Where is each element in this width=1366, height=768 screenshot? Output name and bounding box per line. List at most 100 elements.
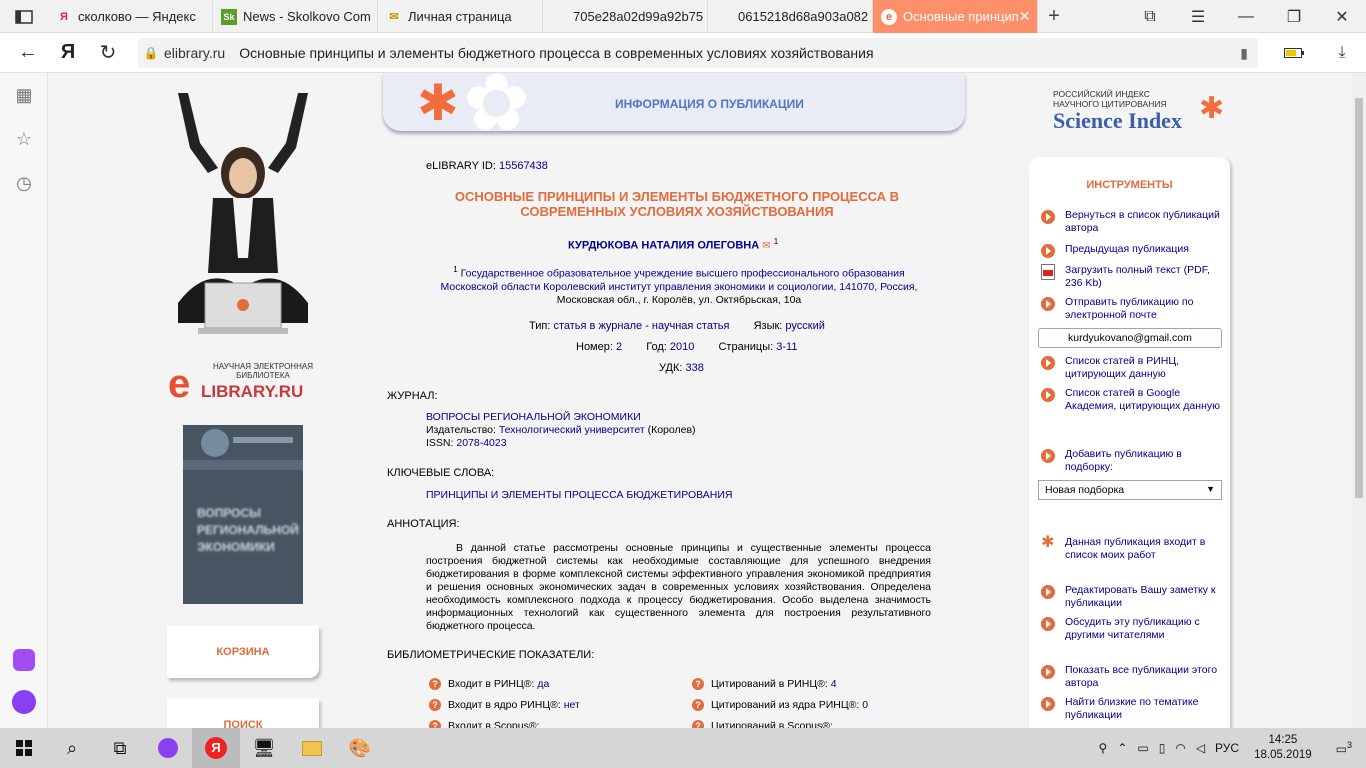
play-icon — [1041, 210, 1055, 224]
bookmark-icon[interactable]: ▮ — [1240, 45, 1248, 62]
play-icon — [1041, 297, 1055, 311]
notification-icon[interactable]: ▭3 — [1322, 740, 1366, 756]
publisher-link[interactable]: Технологический университет — [499, 424, 645, 436]
type-value: статья в журнале - научная статья — [553, 320, 730, 332]
tab-title: Личная страница — [408, 9, 512, 24]
yandex-browser-icon[interactable]: Я — [192, 728, 240, 768]
help-icon[interactable]: ? — [429, 720, 441, 728]
tools-panel: ИНСТРУМЕНТЫ Вернуться в список публикаци… — [1029, 157, 1230, 728]
paint-icon[interactable]: 🎨 — [336, 728, 384, 768]
elibrary-logo[interactable]: e НАУЧНАЯ ЭЛЕКТРОННАЯ БИБЛИОТЕКА LIBRARY… — [168, 360, 328, 405]
article-title-line1: ОСНОВНЫЕ ПРИНЦИПЫ И ЭЛЕМЕНТЫ БЮДЖЕТНОГО … — [454, 189, 900, 204]
grid-icon[interactable]: ▦ — [0, 73, 48, 117]
help-icon[interactable]: ? — [692, 699, 704, 712]
task-view-icon[interactable]: ⧉ — [96, 728, 144, 768]
author-sup: 1 — [773, 237, 779, 246]
play-icon — [1041, 244, 1055, 258]
battery-tray-icon[interactable]: ▯ — [1154, 741, 1171, 755]
folder-icon[interactable] — [288, 728, 336, 768]
year-value: 2010 — [669, 341, 695, 353]
udk-value[interactable]: 338 — [685, 362, 703, 374]
chevron-down-icon: ▼ — [1206, 484, 1215, 494]
science-index-logo[interactable]: РОССИЙСКИЙ ИНДЕКС НАУЧНОГО ЦИТИРОВАНИЯ S… — [1053, 89, 1233, 139]
help-icon[interactable]: ? — [692, 720, 704, 728]
tool-download-pdf[interactable]: Загрузить полный текст (PDF, 236 Kb) — [1041, 264, 1226, 290]
elibrary-logo-text: LIBRARY.RU — [201, 382, 304, 401]
page-title: ИНФОРМАЦИЯ О ПУБЛИКАЦИИ — [615, 97, 804, 111]
restore-icon[interactable]: ❐ — [1270, 0, 1318, 33]
journal-link[interactable]: ВОПРОСЫ РЕГИОНАЛЬНОЙ ЭКОНОМИКИ — [426, 411, 696, 424]
tool-edit-note[interactable]: Редактировать Вашу заметку к публикации — [1041, 584, 1226, 610]
biblio-scopus-cites: ? Цитирований в Scopus®: — [692, 716, 868, 728]
help-icon[interactable]: ? — [429, 678, 441, 691]
yandex-logo-icon[interactable]: Я — [48, 33, 88, 73]
tool-my-works[interactable]: ✱ Данная публикация входит в список моих … — [1041, 535, 1226, 562]
tool-rinc-citing[interactable]: Список статей в РИНЦ, цитирующих данную — [1041, 355, 1226, 381]
alice-taskbar-icon[interactable] — [144, 728, 192, 768]
tool-similar[interactable]: Найти близкие по тематике публикации — [1041, 696, 1226, 722]
tab-title: сколково — Яндекс — [78, 9, 196, 24]
email-input[interactable]: kurdyukovano@gmail.com — [1038, 328, 1222, 348]
computer-icon[interactable]: 🖥 — [240, 728, 288, 768]
clock[interactable]: 14:25 18.05.2019 — [1244, 733, 1322, 763]
clock-time: 14:25 — [1268, 734, 1298, 746]
search-icon[interactable]: ⌕ — [48, 728, 96, 768]
tab-file-2[interactable]: 0615218d68a903a082 — [708, 0, 873, 33]
monitor-icon[interactable]: ▭ — [1132, 741, 1153, 755]
blank-favicon-icon — [716, 9, 732, 25]
wifi-icon[interactable]: ◠ — [1170, 741, 1190, 755]
language-indicator[interactable]: РУС — [1210, 741, 1244, 755]
back-icon[interactable]: ← — [8, 33, 48, 73]
people-icon[interactable]: ⚲ — [1094, 741, 1113, 755]
close-tab-icon[interactable]: ✕ — [1019, 8, 1031, 25]
volume-icon[interactable]: ◁ — [1191, 741, 1210, 755]
menu-icon[interactable]: ☰ — [1174, 0, 1222, 33]
tool-add-to-collection[interactable]: Добавить публикацию в подборку: — [1041, 448, 1226, 474]
bookmarks-icon[interactable]: ⧉ — [1126, 0, 1174, 33]
history-icon[interactable]: ◷ — [0, 161, 48, 205]
author-link[interactable]: КУРДЮКОВА НАТАЛИЯ ОЛЕГОВНА — [568, 240, 759, 252]
collection-select[interactable]: Новая подборка ▼ — [1038, 480, 1222, 500]
minimize-icon[interactable]: — — [1222, 0, 1270, 33]
url-field[interactable]: 🔒 elibrary.ru Основные принципы и элемен… — [138, 38, 1258, 68]
tool-discuss[interactable]: Обсудить эту публикацию с другими читате… — [1041, 616, 1226, 642]
tool-all-author-pubs[interactable]: Показать все публикации этого автора — [1041, 664, 1226, 690]
windows-start-icon[interactable] — [0, 728, 48, 768]
page-scrollbar[interactable] — [1352, 73, 1366, 728]
help-icon[interactable]: ? — [429, 699, 441, 712]
battery-icon[interactable] — [1270, 33, 1318, 73]
tabs-menu-icon[interactable] — [0, 0, 48, 33]
alice-icon[interactable] — [0, 680, 48, 724]
email-icon[interactable]: ✉ — [762, 241, 770, 252]
udk-label: УДК: — [659, 362, 683, 374]
biblio-scopus: ? Входит в Scopus®: — [429, 716, 580, 728]
star-icon[interactable]: ☆ — [0, 117, 48, 161]
new-tab-icon[interactable]: + — [1038, 0, 1070, 32]
tool-send-email[interactable]: Отправить публикацию по электронной почт… — [1041, 296, 1226, 322]
cart-button[interactable]: КОРЗИНА — [167, 626, 319, 678]
tab-elibrary[interactable]: e Основные принцип ✕ — [873, 0, 1038, 33]
tab-personal[interactable]: ✉ Личная страница — [378, 0, 543, 33]
search-button[interactable]: ПОИСК — [167, 699, 319, 728]
tool-previous[interactable]: Предыдущая публикация — [1041, 243, 1226, 258]
tool-back-to-author[interactable]: Вернуться в список публикаций автора — [1041, 209, 1226, 235]
browser-sidebar: ▦ ☆ ◷ — [0, 73, 48, 728]
scrollbar-thumb[interactable] — [1355, 98, 1363, 498]
keyword-link[interactable]: ПРИНЦИПЫ И ЭЛЕМЕНТЫ ПРОЦЕССА БЮДЖЕТИРОВА… — [426, 489, 733, 501]
download-icon[interactable]: ⤓ — [1318, 33, 1366, 73]
show-hidden-icon[interactable]: ⌃ — [1112, 741, 1132, 755]
window-controls: ⧉ ☰ — ❐ ✕ — [1126, 0, 1366, 32]
reload-icon[interactable]: ↻ — [88, 33, 128, 73]
aff-sup: 1 — [453, 265, 458, 274]
tool-google-citing[interactable]: Список статей в Google Академия, цитирую… — [1041, 387, 1226, 413]
tab-file-1[interactable]: 705e28a02d99a92b75 — [543, 0, 708, 33]
close-window-icon[interactable]: ✕ — [1318, 0, 1366, 33]
number-value[interactable]: 2 — [616, 341, 622, 353]
help-icon[interactable]: ? — [692, 678, 704, 691]
journal-cover-image[interactable]: ВОПРОСЫ РЕГИОНАЛЬНОЙ ЭКОНОМИКИ — [183, 425, 303, 604]
alice-app-icon[interactable] — [0, 638, 48, 682]
tab-yandex[interactable]: Ясколково — Яндекс — [48, 0, 213, 33]
tab-skolkovo[interactable]: Sk News - Skolkovo Com — [213, 0, 378, 33]
aff-line2: Московской области Королевский институт … — [440, 280, 918, 293]
affiliation[interactable]: 1 Государственное образовательное учрежд… — [384, 263, 974, 307]
